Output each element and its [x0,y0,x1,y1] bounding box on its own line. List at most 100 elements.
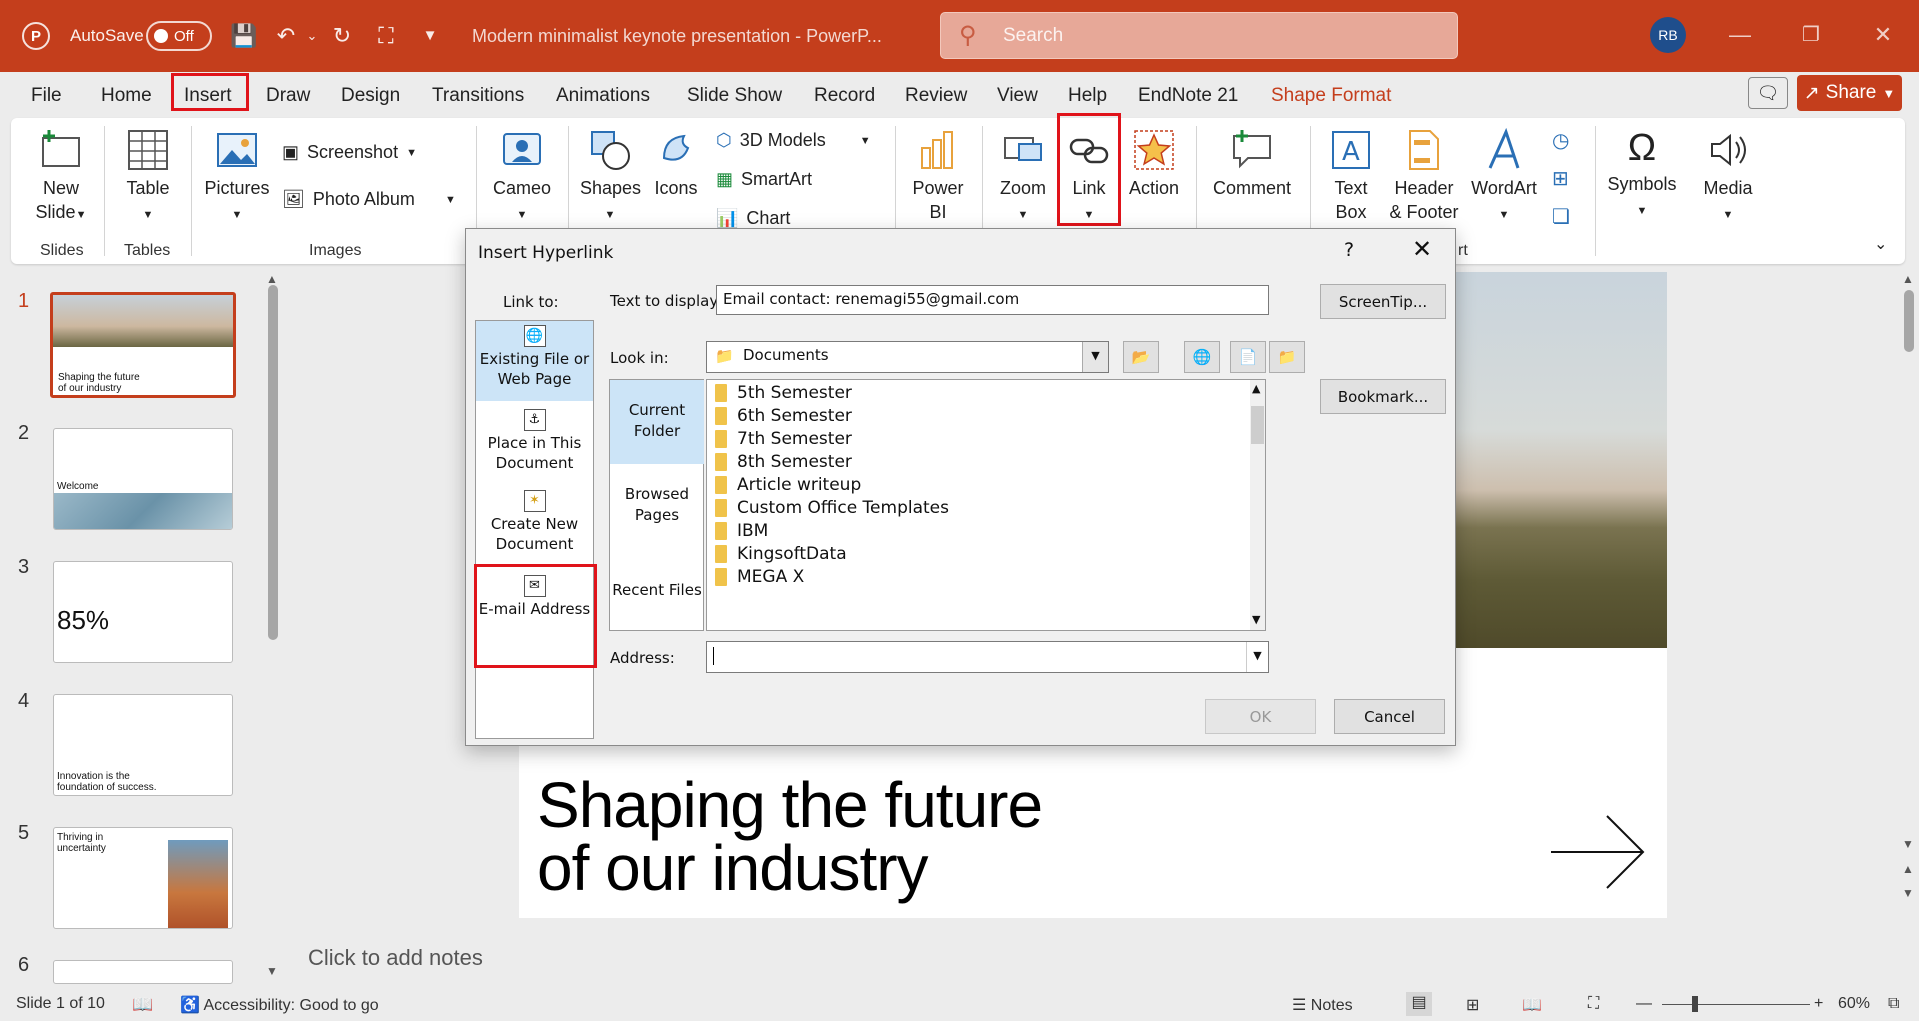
cameo-button[interactable]: Cameo ▼ [490,128,554,227]
power-bi-button[interactable]: Power BI [904,128,972,224]
tab-file[interactable]: File [31,85,62,107]
slide-scrollbar[interactable]: ▲ ▼ ▲ ▼ [1900,272,1919,912]
zoom-in-icon[interactable]: + [1814,995,1823,1013]
previous-slide-icon[interactable]: ▲ [1902,862,1914,876]
collapse-ribbon-icon[interactable]: ⌄ [1874,234,1887,254]
header-footer-button[interactable]: Header & Footer [1387,128,1461,224]
icons-button[interactable]: Icons [648,128,704,200]
search-input[interactable] [1003,23,1423,49]
list-item[interactable]: Article writeup [715,475,861,495]
search-box[interactable]: ⚲ [940,12,1458,59]
tab-shape-format[interactable]: Shape Format [1271,85,1391,107]
undo-dropdown-icon[interactable]: ⌄ [298,22,326,50]
tab-slide-show[interactable]: Slide Show [687,85,782,107]
chevron-down-icon[interactable]: ▼ [1246,642,1268,672]
restore-icon[interactable]: ❐ [1796,20,1826,50]
thumbnail-slide-5[interactable]: Thriving in uncertainty [53,827,233,929]
zoom-slider[interactable] [1662,1004,1810,1005]
table-button[interactable]: Table ▼ [122,128,174,227]
spelling-check-icon[interactable]: 📖 [132,995,153,1015]
tab-design[interactable]: Design [341,85,400,107]
browsed-pages-option[interactable]: Browsed Pages [610,484,704,526]
scroll-up-icon[interactable]: ▲ [1252,382,1260,395]
list-item[interactable]: Custom Office Templates [715,498,949,518]
ok-button[interactable]: OK [1205,699,1316,734]
screentip-button[interactable]: ScreenTip... [1320,284,1446,319]
3d-models-button[interactable]: ⬡ 3D Models ▼ [716,130,871,151]
undo-icon[interactable]: ↶ [272,22,300,50]
redo-icon[interactable]: ↻ [328,22,356,50]
tab-endnote[interactable]: EndNote 21 [1138,85,1238,107]
share-button[interactable]: ↗ Share ▼ [1797,75,1902,111]
thumbnail-slide-3[interactable]: 85% [53,561,233,663]
list-item[interactable]: IBM [715,521,768,541]
thumbnails-scrollbar[interactable] [268,285,278,640]
chart-button[interactable]: 📊 Chart [716,208,790,229]
tab-draw[interactable]: Draw [266,85,310,107]
tab-home[interactable]: Home [101,85,152,107]
thumbnail-slide-2[interactable]: Welcome [53,428,233,530]
date-time-icon[interactable]: ◷ [1552,128,1569,153]
list-item[interactable]: 8th Semester [715,452,852,472]
scrollbar-thumb[interactable] [1251,406,1264,444]
zoom-level[interactable]: 60% [1838,995,1870,1013]
link-to-existing-file[interactable]: 🌐 Existing File or Web Page [476,321,593,401]
accessibility-status[interactable]: ♿ Accessibility: Good to go [180,995,379,1015]
list-item[interactable]: 6th Semester [715,406,852,426]
list-item[interactable]: 7th Semester [715,429,852,449]
text-to-display-field[interactable]: Email contact: renemagi55@gmail.com [716,285,1269,315]
open-folder-icon[interactable]: 📁 [1269,341,1305,373]
normal-view-icon[interactable]: ▤ [1406,992,1432,1016]
tab-view[interactable]: View [997,85,1038,107]
present-from-beginning-icon[interactable]: ⛶ [372,22,400,50]
avatar[interactable]: RB [1650,17,1686,53]
up-one-folder-icon[interactable]: 📂 [1123,341,1159,373]
address-field[interactable]: ▼ [706,641,1269,673]
close-icon[interactable]: ✕ [1868,20,1898,50]
zoom-slider-thumb[interactable] [1692,996,1698,1012]
notes-pane[interactable]: Click to add notes [294,945,1894,979]
recent-files-option[interactable]: Recent Files [610,580,704,601]
pictures-button[interactable]: Pictures ▼ [204,128,270,227]
scroll-down-icon[interactable]: ▼ [1252,613,1260,626]
thumbnail-slide-4[interactable]: Innovation is the foundation of success. [53,694,233,796]
minimize-icon[interactable]: — [1725,20,1755,50]
help-icon[interactable]: ? [1344,239,1354,261]
autosave-toggle[interactable]: Off [146,21,212,51]
text-box-button[interactable]: A Text Box [1320,128,1382,224]
browse-file-icon[interactable]: 📄 [1230,341,1266,373]
zoom-out-icon[interactable]: — [1636,995,1652,1013]
scroll-down-icon[interactable]: ▼ [266,964,278,978]
file-list-scrollbar[interactable]: ▲ ▼ [1250,380,1265,630]
next-slide-icon[interactable]: ▼ [1902,886,1914,900]
comment-button[interactable]: Comment [1208,128,1296,200]
save-icon[interactable]: 💾 [230,22,258,50]
notes-toggle[interactable]: ☰ Notes [1292,995,1353,1015]
browse-web-icon[interactable]: 🌐 [1184,341,1220,373]
list-item[interactable]: MEGA X [715,567,804,587]
comments-icon[interactable]: 🗨 [1748,77,1788,109]
chevron-down-icon[interactable]: ▼ [1082,342,1108,372]
smartart-button[interactable]: ▦ SmartArt [716,169,812,190]
new-slide-button[interactable]: New Slide▼ [30,128,92,227]
tab-help[interactable]: Help [1068,85,1107,107]
tab-review[interactable]: Review [905,85,967,107]
dialog-close-icon[interactable]: ✕ [1412,235,1432,263]
slide-number-icon[interactable]: ⊞ [1552,166,1569,191]
slide-sorter-icon[interactable]: ⊞ [1466,995,1479,1015]
tab-transitions[interactable]: Transitions [432,85,524,107]
shapes-button[interactable]: Shapes ▼ [580,128,641,227]
reading-view-icon[interactable]: 📖 [1522,995,1542,1015]
slide-show-icon[interactable]: ⛶ [1588,995,1599,1013]
media-button[interactable]: Media ▼ [1695,128,1761,227]
list-item[interactable]: KingsoftData [715,544,847,564]
tab-animations[interactable]: Animations [556,85,650,107]
zoom-button[interactable]: Zoom ▼ [992,128,1054,227]
tab-record[interactable]: Record [814,85,875,107]
thumbnail-slide-1[interactable]: Shaping the future of our industry [50,292,236,398]
scroll-up-icon[interactable]: ▲ [266,272,278,286]
thumbnail-slide-6[interactable] [53,960,233,984]
symbols-button[interactable]: Ω Symbols ▼ [1604,128,1680,223]
bookmark-button[interactable]: Bookmark... [1320,379,1446,414]
screenshot-button[interactable]: ▣ Screenshot ▼ [282,142,417,163]
